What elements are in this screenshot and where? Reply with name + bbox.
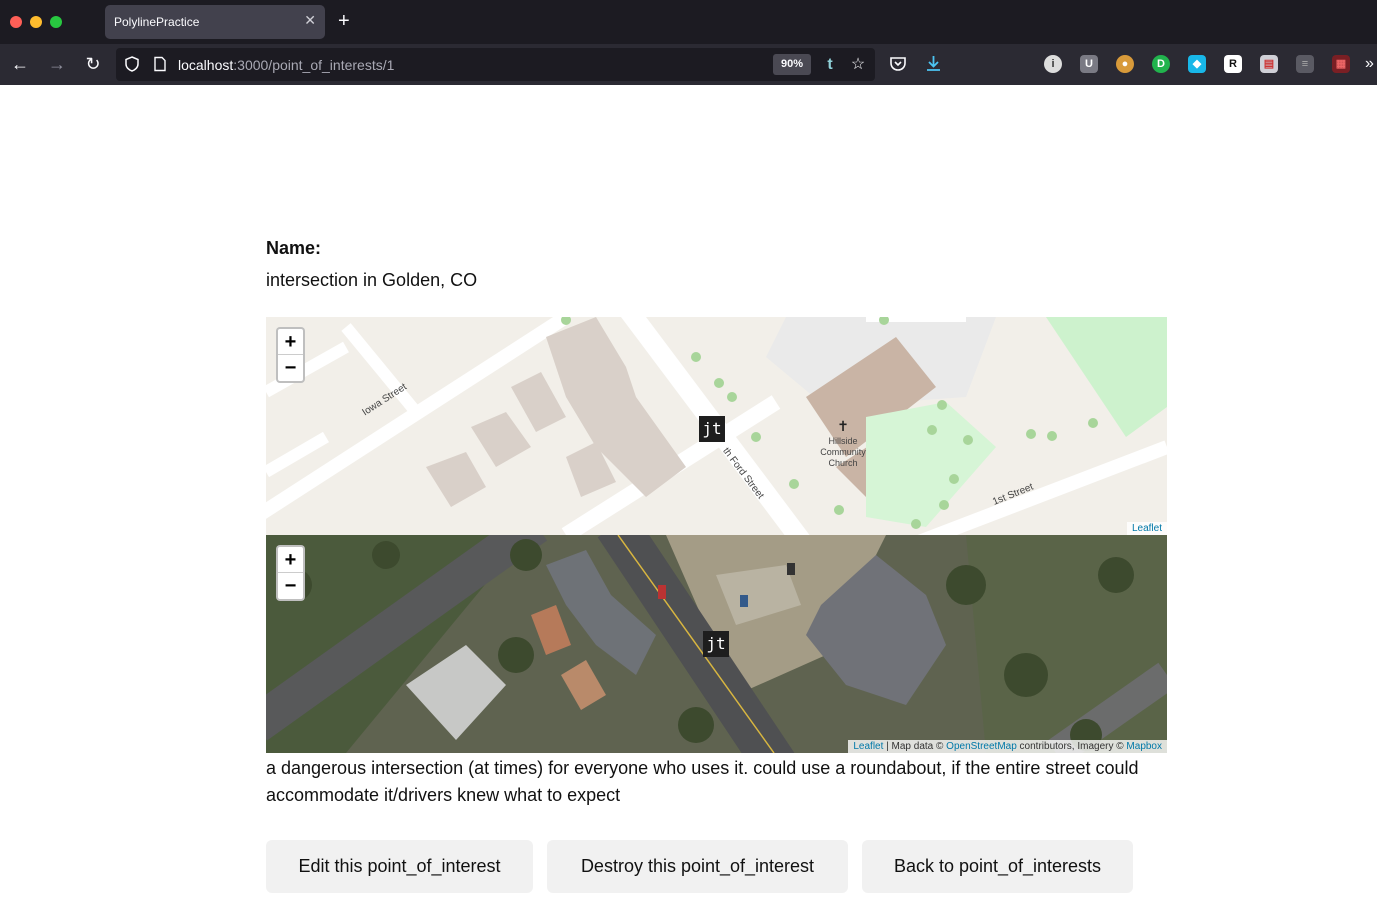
forward-arrow-icon[interactable]: → <box>45 52 69 76</box>
street-map-marker[interactable]: jt <box>699 416 725 442</box>
tab-strip: PolylinePractice ✕ + <box>0 0 1377 44</box>
reload-icon[interactable]: ↻ <box>81 52 105 76</box>
name-label: Name: <box>266 238 322 258</box>
extension-window-icon[interactable]: ▤ <box>1260 55 1278 73</box>
extension-red-icon[interactable]: ▦ <box>1332 55 1350 73</box>
cookie-icon[interactable]: ● <box>1116 55 1134 73</box>
new-tab-button[interactable]: + <box>338 9 350 33</box>
tab-active[interactable]: PolylinePractice ✕ <box>105 5 325 39</box>
leaflet-link[interactable]: Leaflet <box>1132 523 1162 534</box>
overflow-menu-icon[interactable]: » <box>1362 52 1377 76</box>
name-value: intersection in Golden, CO <box>266 270 478 290</box>
satellite-map-marker[interactable]: jt <box>703 631 729 657</box>
pocket-icon[interactable] <box>889 55 907 73</box>
church-label-1: Hillside <box>828 436 857 446</box>
maximize-window-button[interactable] <box>50 16 62 28</box>
destroy-point-button[interactable]: Destroy this point_of_interest <box>547 840 848 893</box>
tab-close-icon[interactable]: ✕ <box>304 12 316 29</box>
extension-r-icon[interactable]: R <box>1224 55 1242 73</box>
bookmark-star-icon[interactable]: ☆ <box>848 55 868 75</box>
satellite-map-attribution: Leaflet | Map data © OpenStreetMap contr… <box>848 740 1167 753</box>
street-map-attribution: Leaflet <box>1126 522 1167 535</box>
zoom-level-badge[interactable]: 90% <box>773 54 811 75</box>
street-map[interactable]: Iowa Street th Ford Street 1st Street ✝ … <box>266 317 1167 535</box>
church-label-2: Community <box>820 447 866 457</box>
description-text: a dangerous intersection (at times) for … <box>266 758 1139 805</box>
church-label-3: Church <box>828 458 857 468</box>
browser-chrome: PolylinePractice ✕ + ← → ↻ localhost:300… <box>0 0 1377 85</box>
url-bar[interactable]: localhost:3000/point_of_interests/1 90% … <box>116 48 875 81</box>
minimize-window-button[interactable] <box>30 16 42 28</box>
attribution-contrib-text: contributors, Imagery © <box>1016 741 1127 752</box>
edit-point-button[interactable]: Edit this point_of_interest <box>266 840 533 893</box>
close-window-button[interactable] <box>10 16 22 28</box>
back-arrow-icon[interactable]: ← <box>8 52 32 76</box>
street-zoom-control: + − <box>276 327 305 383</box>
church-icon: ✝ <box>837 419 849 435</box>
leaflet-link[interactable]: Leaflet <box>853 741 883 752</box>
url-host: localhost <box>178 57 234 73</box>
street-zoom-out-button[interactable]: − <box>278 355 303 381</box>
satellite-map[interactable]: + − jt Leaflet | Map data © OpenStreetMa… <box>266 535 1167 753</box>
satellite-zoom-out-button[interactable]: − <box>278 573 303 599</box>
extension-blue-icon[interactable]: ◆ <box>1188 55 1206 73</box>
tab-title: PolylinePractice <box>114 15 200 29</box>
tumblr-icon[interactable]: t <box>820 55 840 75</box>
extension-doc-icon[interactable]: ≡ <box>1296 55 1314 73</box>
extension-green-icon[interactable]: D <box>1152 55 1170 73</box>
attribution-sep-text: | Map data © <box>883 741 947 752</box>
openstreetmap-link[interactable]: OpenStreetMap <box>946 741 1017 752</box>
mapbox-link[interactable]: Mapbox <box>1126 741 1162 752</box>
ublock-icon[interactable]: U <box>1080 55 1098 73</box>
navigation-bar: ← → ↻ localhost:3000/point_of_interests/… <box>0 44 1377 85</box>
page-info-icon[interactable] <box>152 56 168 72</box>
back-to-list-button[interactable]: Back to point_of_interests <box>862 840 1133 893</box>
extension-info-icon[interactable]: i <box>1044 55 1062 73</box>
street-zoom-in-button[interactable]: + <box>278 329 303 355</box>
url-text[interactable]: localhost:3000/point_of_interests/1 <box>178 57 394 73</box>
satellite-zoom-in-button[interactable]: + <box>278 547 303 573</box>
downloads-icon[interactable] <box>924 54 943 73</box>
satellite-zoom-control: + − <box>276 545 305 601</box>
shield-icon[interactable] <box>124 56 140 72</box>
page-content: Name: intersection in Golden, CO Iowa St… <box>0 85 1377 898</box>
url-path: :3000/point_of_interests/1 <box>233 57 395 73</box>
